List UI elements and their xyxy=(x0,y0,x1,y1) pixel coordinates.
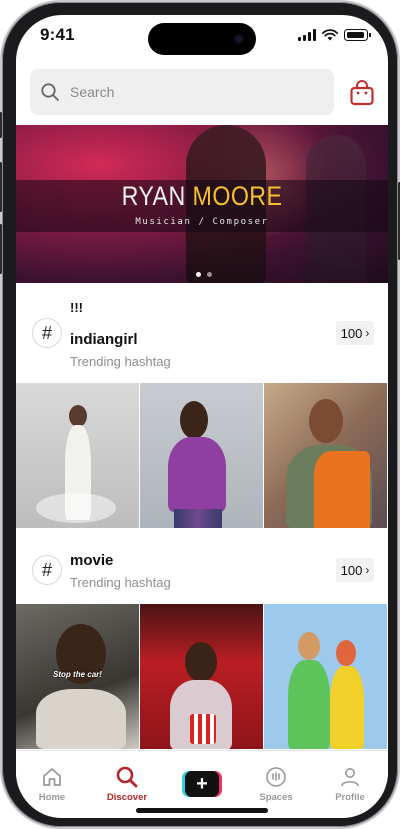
wifi-icon xyxy=(322,29,338,41)
spaces-icon xyxy=(266,767,286,787)
featured-banner[interactable]: RYAN MOORE Musician / Composer xyxy=(16,125,388,283)
hashtag-count-button[interactable]: 100 › xyxy=(336,558,374,582)
hashtag-subtitle: Trending hashtag xyxy=(70,354,171,369)
home-indicator[interactable] xyxy=(136,808,268,813)
hashtag-section[interactable]: !!! # indiangirl Trending hashtag 100 › xyxy=(16,283,388,383)
hashtag-name[interactable]: movie xyxy=(70,552,113,569)
thumbnail-woman-white-dress[interactable] xyxy=(16,383,139,528)
hashtag-section[interactable]: # movie Trending hashtag 100 › xyxy=(16,528,388,604)
tab-spaces[interactable]: Spaces xyxy=(246,765,306,803)
hashtag-count: 100 xyxy=(340,325,363,341)
hashtag-name[interactable]: indiangirl xyxy=(70,331,138,348)
carousel-dot-active[interactable] xyxy=(196,272,201,277)
carousel-dot[interactable] xyxy=(207,272,212,277)
status-time: 9:41 xyxy=(40,25,75,44)
hashtag-count-button[interactable]: 100 › xyxy=(336,321,374,345)
hashtag-icon: # xyxy=(32,555,62,585)
banner-title: RYAN MOORE xyxy=(121,181,283,211)
mute-switch xyxy=(0,112,2,138)
hashtag-icon: # xyxy=(32,318,62,348)
create-button[interactable]: + xyxy=(182,771,222,797)
shopping-bag-icon[interactable] xyxy=(348,79,376,107)
banner-subtitle: Musician / Composer xyxy=(135,217,269,227)
thumbnail-caption: Stop the car! xyxy=(53,670,102,679)
volume-up-button xyxy=(0,162,2,212)
home-icon xyxy=(43,768,61,786)
thumbnail-woman-orange-saree[interactable] xyxy=(264,383,387,528)
battery-icon xyxy=(344,29,371,41)
tab-discover[interactable]: Discover xyxy=(97,765,157,803)
thumbnail-couple-popcorn[interactable] xyxy=(264,604,387,749)
profile-icon xyxy=(341,768,359,787)
tab-label: Discover xyxy=(106,792,148,803)
hashtag-subtitle: Trending hashtag xyxy=(70,575,171,590)
search-icon xyxy=(41,83,59,101)
signal-icon xyxy=(298,29,316,41)
search-icon xyxy=(116,766,138,788)
status-bar: 9:41 xyxy=(16,15,388,61)
plus-icon: + xyxy=(185,771,219,797)
dynamic-island xyxy=(148,23,256,55)
screen: 9:41 Search RYAN MOORE Musician / Compos… xyxy=(16,15,388,818)
tab-home[interactable]: Home xyxy=(22,765,82,803)
chevron-right-icon: › xyxy=(365,326,370,340)
hashtag-thumbnails xyxy=(16,383,388,528)
tab-profile[interactable]: Profile xyxy=(320,765,380,803)
volume-down-button xyxy=(0,224,2,274)
hashtag-prefix: !!! xyxy=(70,300,83,315)
search-bar[interactable]: Search xyxy=(30,69,334,115)
tab-label: Spaces xyxy=(259,792,293,803)
hashtag-count: 100 xyxy=(340,562,363,578)
thumbnail-man-shouting[interactable]: Stop the car! xyxy=(16,604,139,749)
thumbnail-woman-cinema-popcorn[interactable] xyxy=(140,604,263,749)
camera-icon xyxy=(234,34,244,44)
thumbnail-woman-purple-sweater[interactable] xyxy=(140,383,263,528)
status-icons xyxy=(298,27,371,43)
phone-frame: 9:41 Search RYAN MOORE Musician / Compos… xyxy=(0,2,400,827)
carousel-dots[interactable] xyxy=(196,272,212,277)
search-placeholder: Search xyxy=(70,84,115,100)
chevron-right-icon: › xyxy=(365,563,370,577)
tab-label: Profile xyxy=(335,792,365,803)
hashtag-thumbnails: Stop the car! xyxy=(16,604,388,749)
tab-label: Home xyxy=(38,792,66,803)
